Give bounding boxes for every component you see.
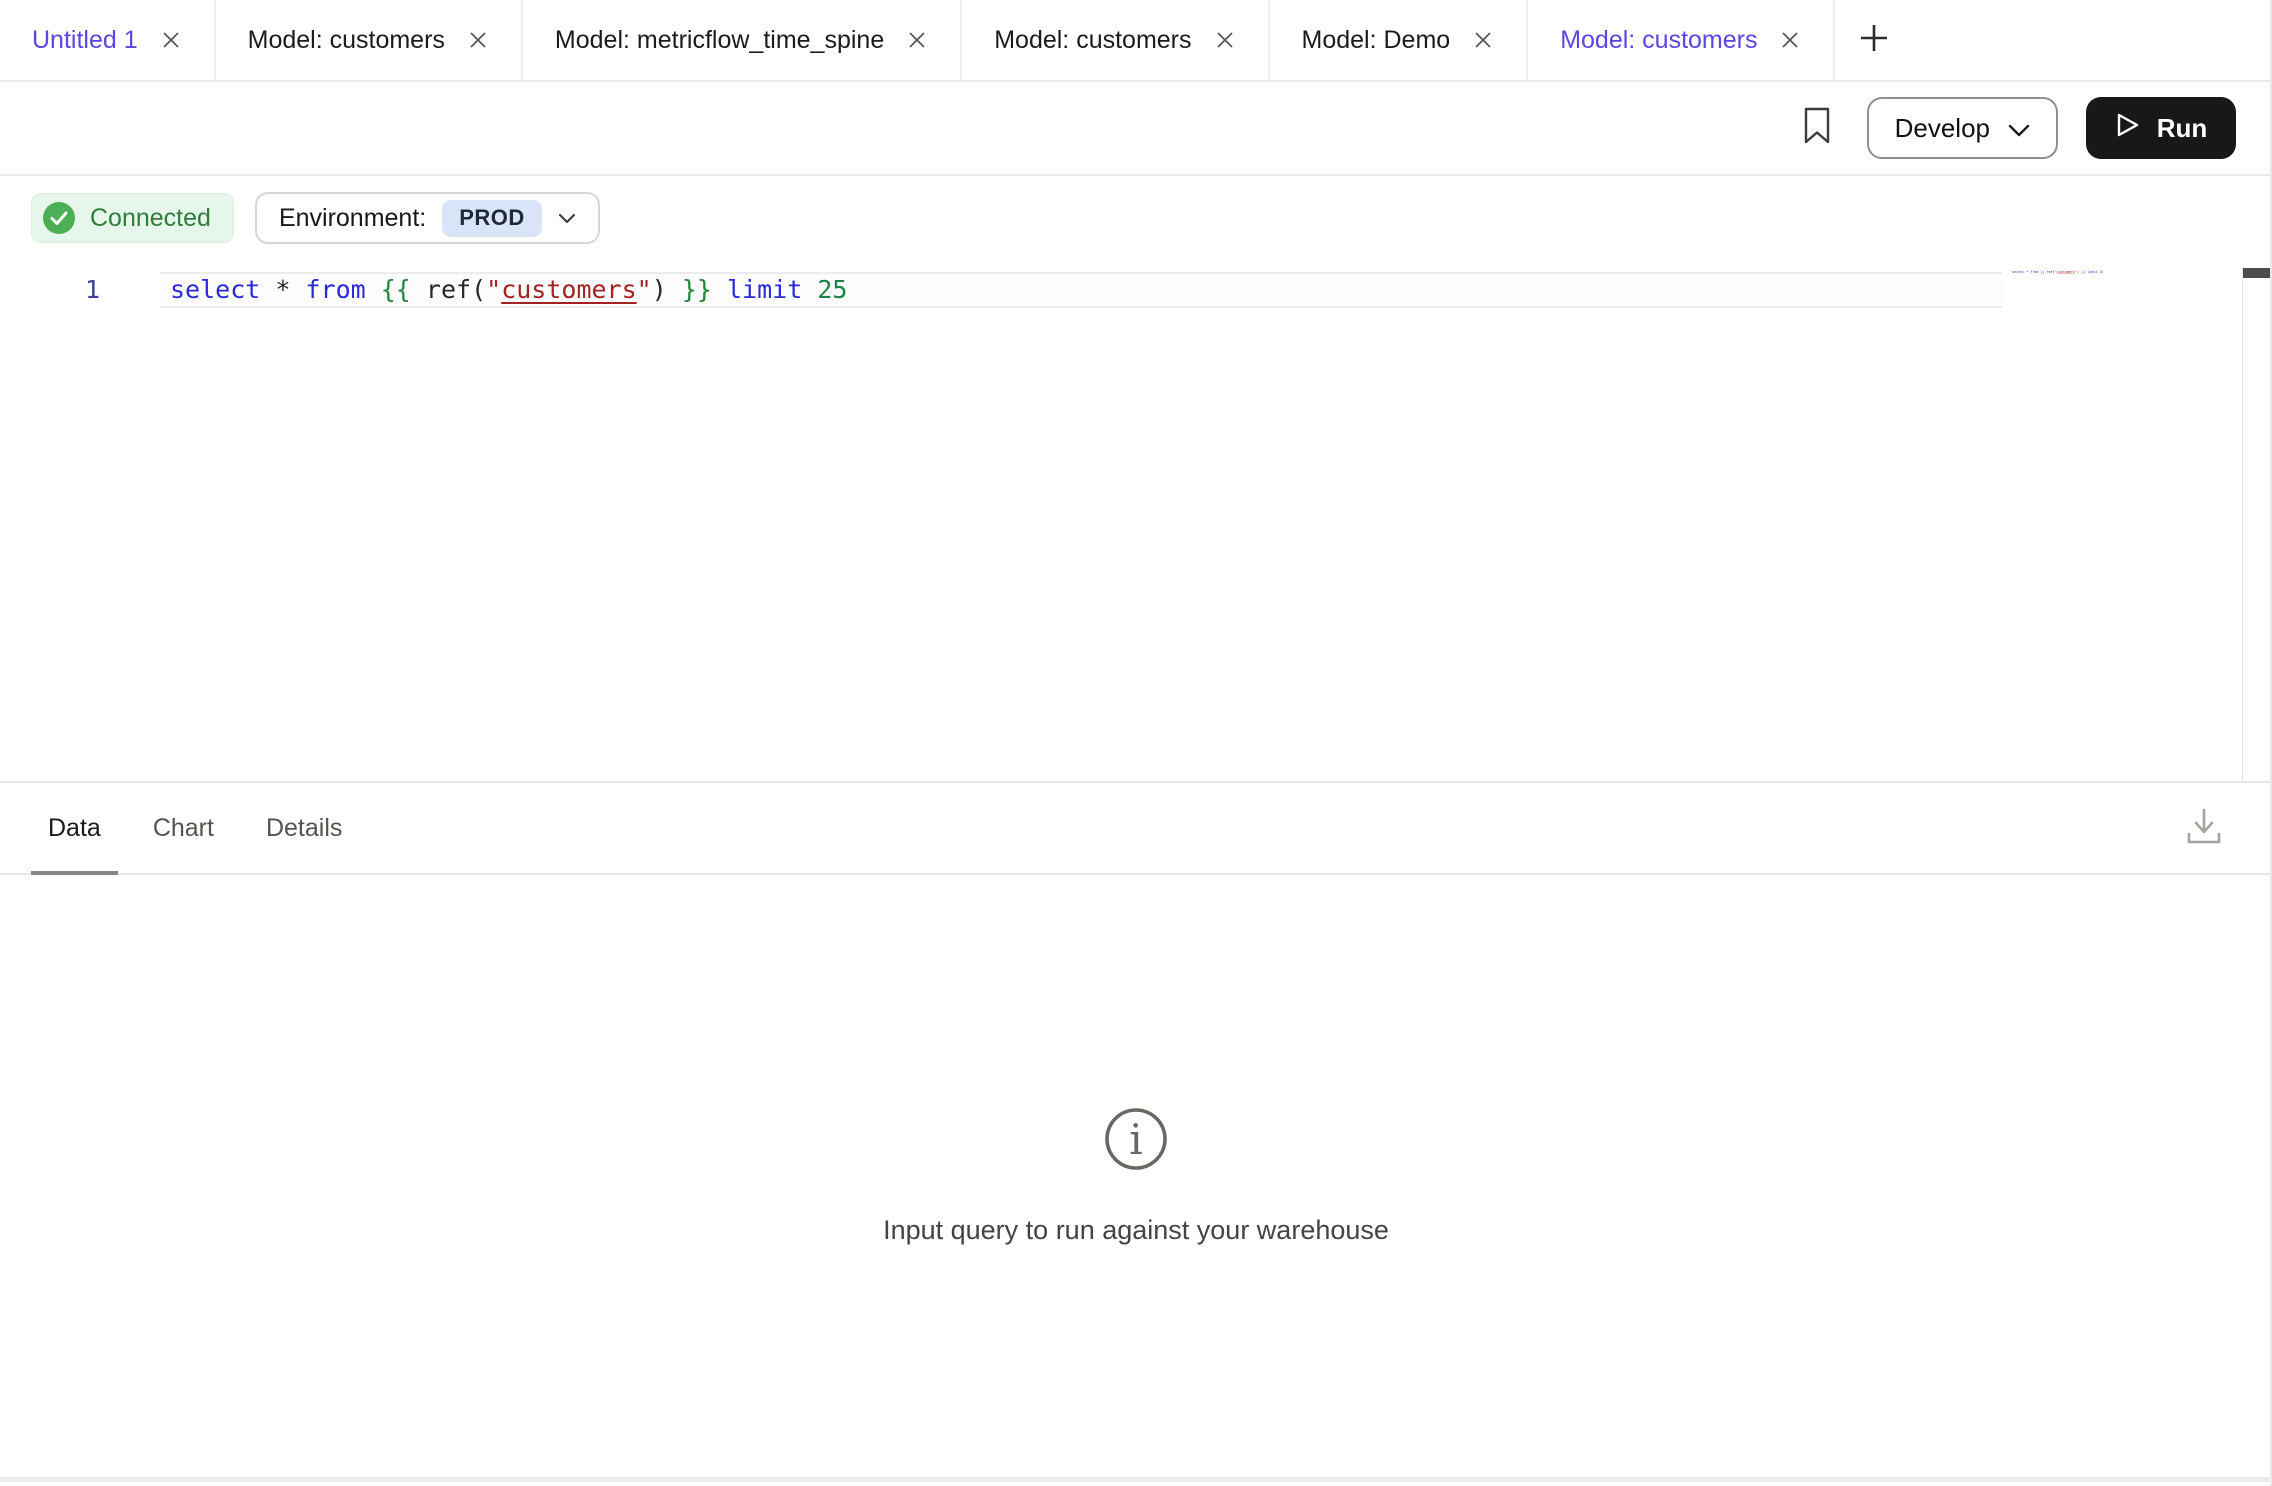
tab-label: Untitled 1 bbox=[32, 26, 138, 55]
code-token: limit bbox=[727, 275, 802, 304]
connection-status-row: Connected Environment: PROD bbox=[31, 176, 600, 260]
tab-data[interactable]: Data bbox=[31, 783, 118, 873]
chevron-down-icon bbox=[558, 213, 576, 224]
tab-model-customers-2[interactable]: Model: customers bbox=[962, 0, 1269, 80]
editor-scrollbar-thumb[interactable] bbox=[2243, 268, 2272, 278]
close-icon[interactable] bbox=[467, 29, 489, 51]
editor-tab-bar: Untitled 1 Model: customers Model: metri… bbox=[0, 0, 2272, 82]
environment-value-chip: PROD bbox=[442, 200, 542, 237]
tab-model-customers-3[interactable]: Model: customers bbox=[1528, 0, 1835, 80]
code-token: ) bbox=[652, 275, 682, 304]
develop-label: Develop bbox=[1895, 113, 1990, 144]
connected-badge: Connected bbox=[31, 193, 234, 243]
tab-chart[interactable]: Chart bbox=[136, 783, 231, 873]
window-bottom-edge bbox=[0, 1477, 2272, 1482]
environment-selector[interactable]: Environment: PROD bbox=[255, 192, 600, 244]
code-token: select bbox=[170, 275, 260, 304]
tab-label: Model: customers bbox=[1560, 26, 1757, 55]
bookmark-icon bbox=[1803, 107, 1831, 150]
code-line[interactable]: select * from {{ ref("customers") }} lim… bbox=[170, 274, 847, 306]
check-circle-icon bbox=[42, 201, 76, 235]
ide-window: Untitled 1 Model: customers Model: metri… bbox=[0, 0, 2272, 1486]
close-icon[interactable] bbox=[1472, 29, 1494, 51]
svg-text:i: i bbox=[1129, 1115, 1142, 1164]
run-button[interactable]: Run bbox=[2086, 97, 2236, 159]
play-icon bbox=[2115, 111, 2141, 146]
empty-state-message: Input query to run against your warehous… bbox=[883, 1215, 1389, 1246]
tab-label: Data bbox=[48, 814, 101, 843]
run-label: Run bbox=[2157, 113, 2208, 144]
download-results-button[interactable] bbox=[2182, 806, 2226, 852]
code-token bbox=[366, 275, 381, 304]
tab-untitled-1[interactable]: Untitled 1 bbox=[0, 0, 216, 80]
editor-toolbar: Develop Run bbox=[0, 82, 2272, 176]
tab-label: Model: customers bbox=[994, 26, 1191, 55]
code-token: ref( bbox=[411, 275, 486, 304]
chevron-down-icon bbox=[2008, 113, 2030, 144]
code-token: from bbox=[305, 275, 365, 304]
connected-label: Connected bbox=[90, 204, 211, 233]
results-empty-state: i Input query to run against your wareho… bbox=[0, 1106, 2272, 1246]
line-number: 1 bbox=[60, 272, 100, 308]
tab-details[interactable]: Details bbox=[249, 783, 359, 873]
sql-editor[interactable]: 1 select * from {{ ref("customers") }} l… bbox=[0, 260, 2272, 781]
plus-icon bbox=[1857, 21, 1891, 60]
code-token bbox=[802, 275, 817, 304]
tab-label: Chart bbox=[153, 814, 214, 843]
code-token bbox=[712, 275, 727, 304]
develop-dropdown-button[interactable]: Develop bbox=[1867, 97, 2058, 159]
close-icon[interactable] bbox=[1779, 29, 1801, 51]
code-token: }} bbox=[682, 275, 712, 304]
tab-label: Model: metricflow_time_spine bbox=[555, 26, 884, 55]
code-token: " bbox=[486, 275, 501, 304]
editor-scrollbar-track bbox=[2242, 268, 2243, 781]
environment-label: Environment: bbox=[279, 204, 426, 233]
close-icon[interactable] bbox=[906, 29, 928, 51]
tab-model-demo[interactable]: Model: Demo bbox=[1270, 0, 1529, 80]
code-token-ref-link[interactable]: customers bbox=[501, 275, 636, 304]
code-token: " bbox=[637, 275, 652, 304]
tab-label: Model: Demo bbox=[1302, 26, 1451, 55]
code-token: {{ bbox=[381, 275, 411, 304]
tab-model-customers-1[interactable]: Model: customers bbox=[216, 0, 523, 80]
close-icon[interactable] bbox=[160, 29, 182, 51]
editor-minimap: select * from {{ ref("customers") }} lim… bbox=[2012, 270, 2103, 274]
bookmark-button[interactable] bbox=[1795, 104, 1839, 152]
info-icon: i bbox=[1103, 1106, 1169, 1177]
results-tab-bar: Data Chart Details bbox=[0, 781, 2272, 875]
close-icon[interactable] bbox=[1214, 29, 1236, 51]
code-token: 25 bbox=[817, 275, 847, 304]
new-tab-button[interactable] bbox=[1835, 0, 1913, 80]
tab-label: Model: customers bbox=[248, 26, 445, 55]
tab-label: Details bbox=[266, 814, 342, 843]
code-token: * bbox=[260, 275, 305, 304]
tab-model-metricflow-time-spine[interactable]: Model: metricflow_time_spine bbox=[523, 0, 962, 80]
download-icon bbox=[2185, 806, 2223, 853]
